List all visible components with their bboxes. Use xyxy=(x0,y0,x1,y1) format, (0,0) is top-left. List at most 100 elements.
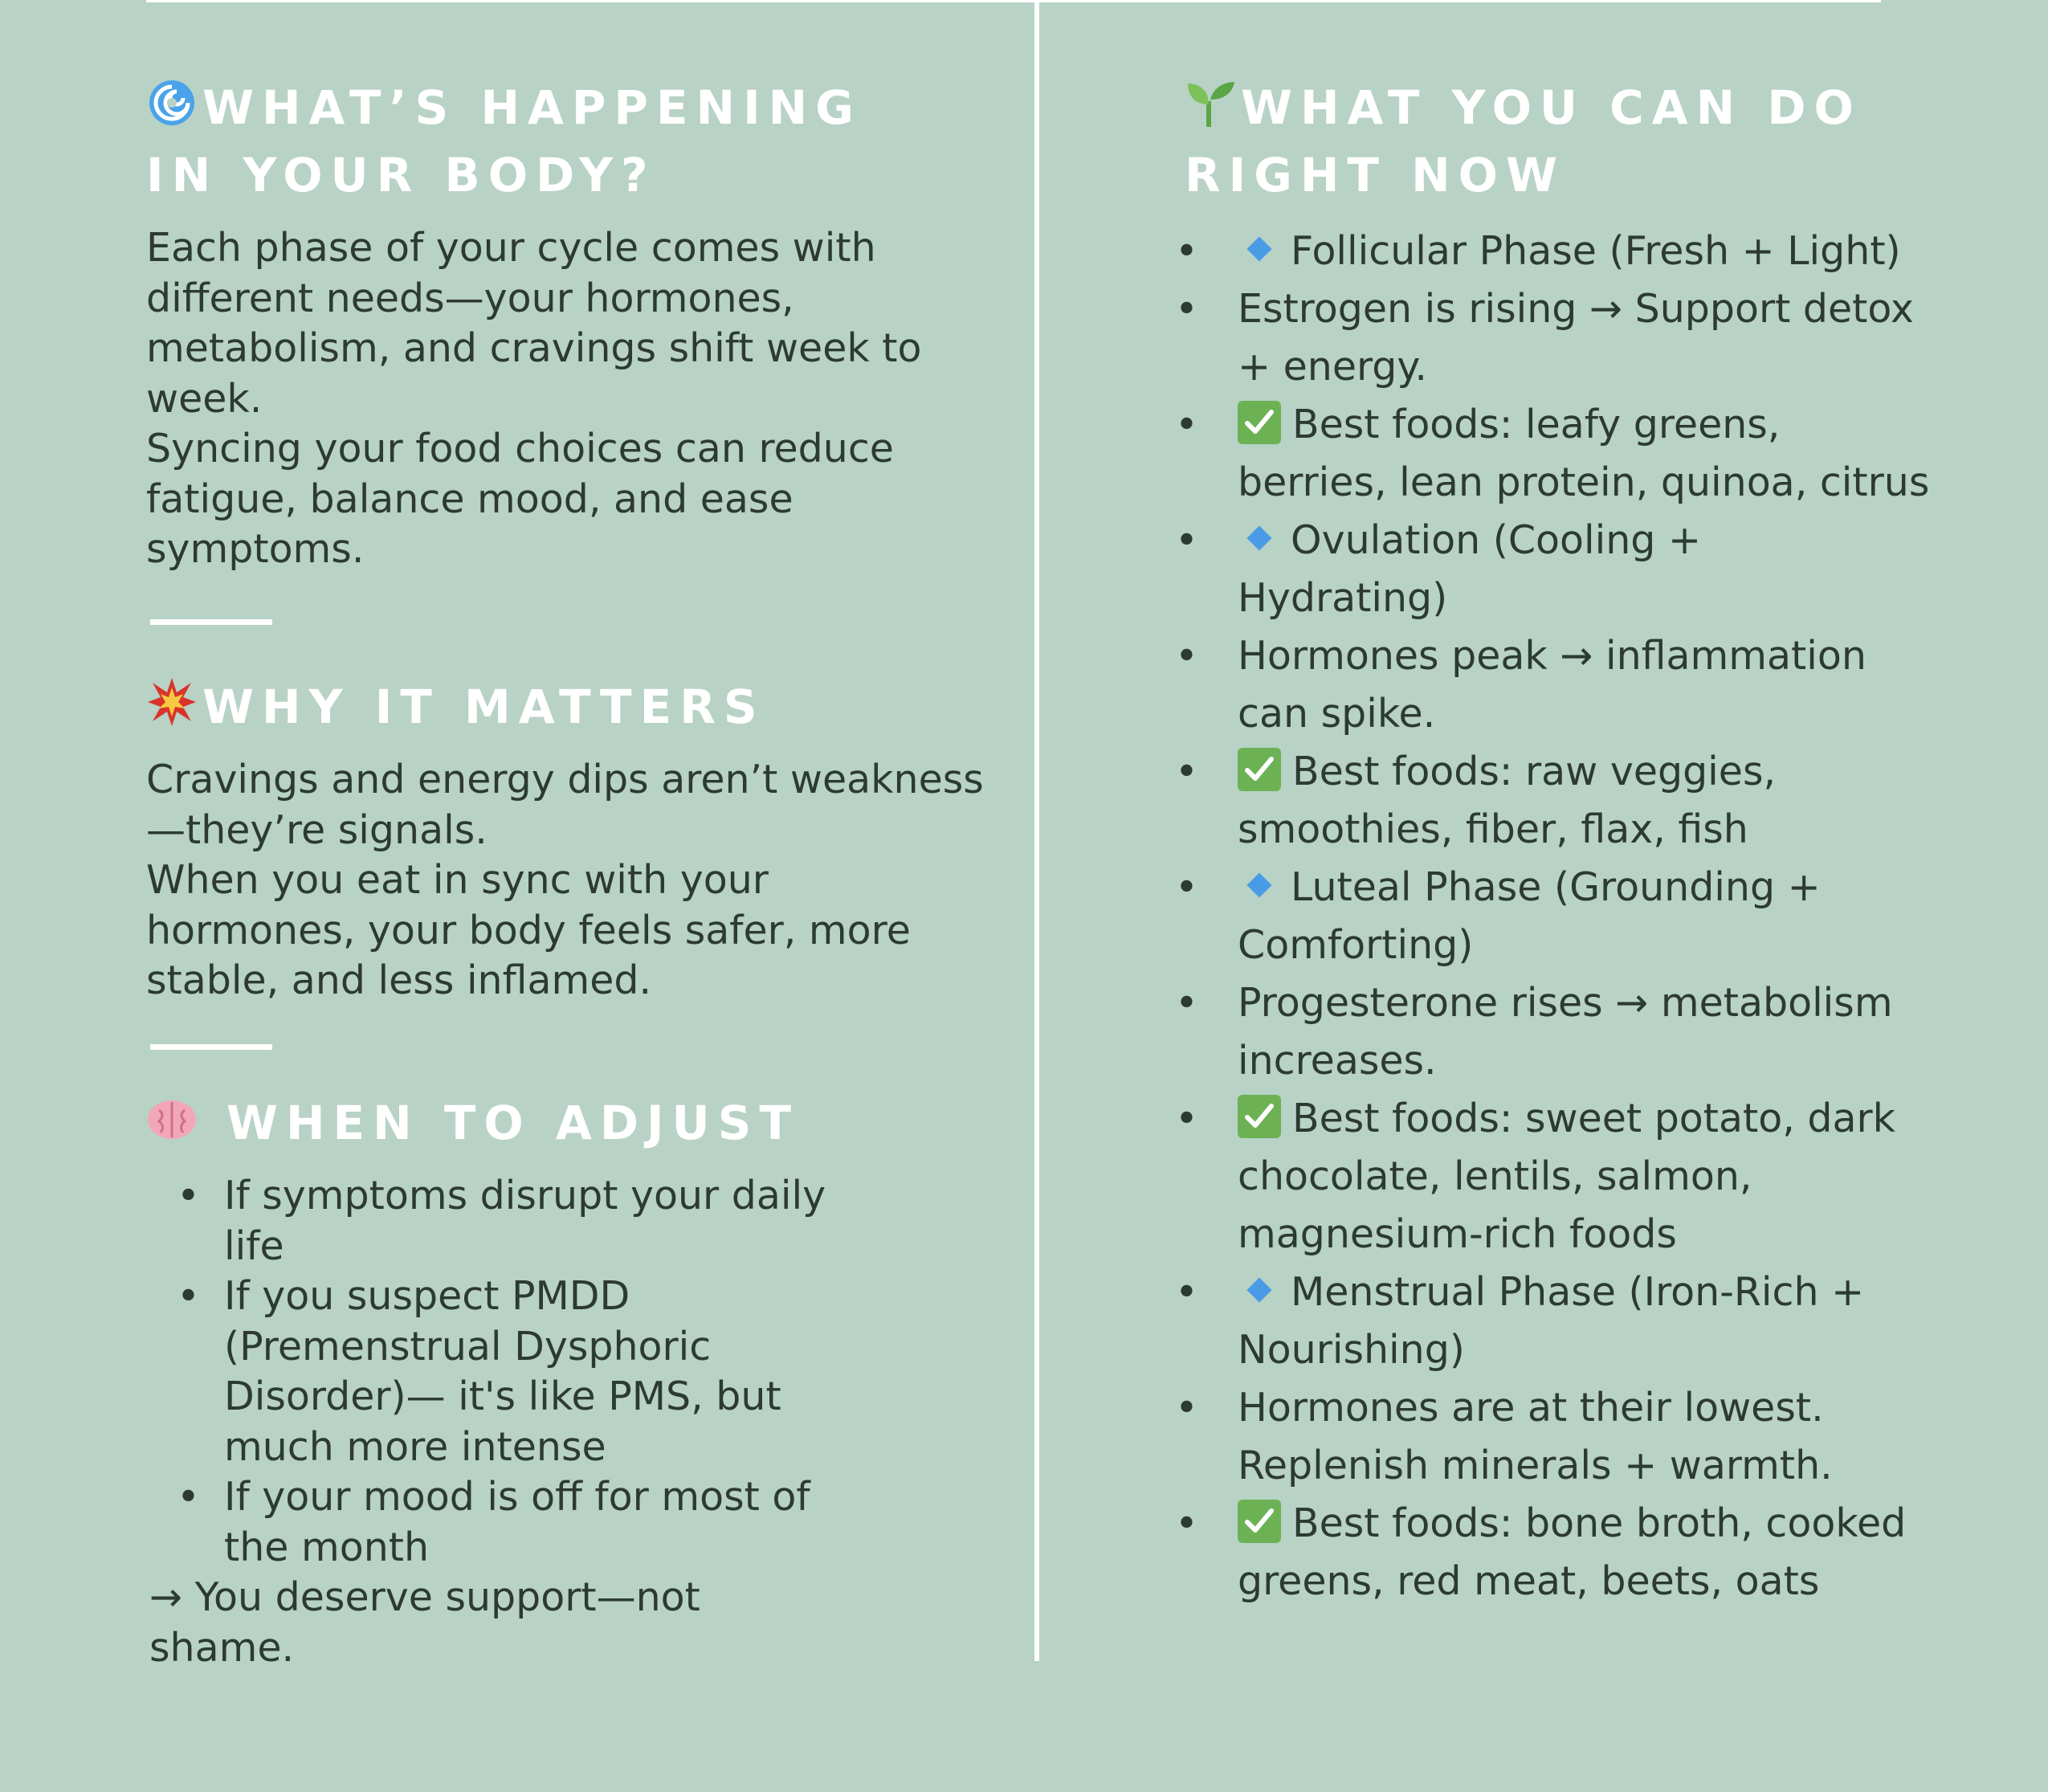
check-mark-icon xyxy=(1238,1095,1281,1138)
heading-line: WHEN TO ADJUST xyxy=(226,1096,799,1150)
text-line: Replenish minerals + warmth. xyxy=(1238,1437,2020,1495)
section-heading-what-you-can-do: WHAT YOU CAN DO xyxy=(1185,74,1862,146)
text-line: If you suspect PMDD xyxy=(224,1273,630,1319)
column-divider xyxy=(1034,0,1039,1661)
list-item: • Hormones are at their lowest. Replenish … xyxy=(1175,1379,2020,1495)
text-line-content: Estrogen is rising → Support detox xyxy=(1238,286,1914,332)
text-line-content: Best foods: leafy greens, xyxy=(1292,402,1781,447)
blue-diamond-icon xyxy=(1246,525,1272,551)
text-line: If symptoms disrupt your daily xyxy=(224,1173,826,1218)
section-divider xyxy=(150,619,272,625)
text-line-content: smoothies, fiber, flax, fish xyxy=(1238,806,1748,852)
text-line: Nourishing) xyxy=(1238,1321,2020,1379)
bullet: • xyxy=(1175,1096,1198,1141)
list-item: • Luteal Phase (Grounding + Comforting) xyxy=(1175,859,2020,974)
text-line-content: Hormones are at their lowest. xyxy=(1238,1385,1824,1431)
text-line: life xyxy=(224,1223,284,1269)
heading-line: WHAT YOU CAN DO xyxy=(1241,80,1862,135)
bullet: • xyxy=(1175,286,1198,332)
heading-line: WHY IT MATTERS xyxy=(202,680,765,734)
list-item: • Menstrual Phase (Iron-Rich + Nourishing) xyxy=(1175,1263,2020,1379)
text-line: Hydrating) xyxy=(1238,569,2020,627)
text-line: can spike. xyxy=(1238,685,2020,743)
list-item: • Ovulation (Cooling + Hydrating) xyxy=(1175,512,2020,627)
list-item: • Best foods: sweet potato, dark chocolate… xyxy=(1175,1090,2020,1263)
list-item: • If symptoms disrupt your daily life xyxy=(146,1171,869,1272)
what-you-can-do-list: • Follicular Phase (Fresh + Light) • Estrog… xyxy=(1175,222,2020,1610)
text-line: hormones, your body feels safer, more xyxy=(146,907,911,953)
text-line: stable, and less inflamed. xyxy=(146,957,652,1003)
bullet: • xyxy=(1175,1500,1198,1546)
text-line: Best foods: raw veggies, xyxy=(1238,743,2020,801)
text-line-content: Ovulation (Cooling + xyxy=(1291,517,1702,563)
text-line: Cravings and energy dips aren’t weakness xyxy=(146,757,984,802)
text-line: magnesium-rich foods xyxy=(1238,1206,2020,1263)
heading-line: WHAT’S HAPPENING xyxy=(202,80,862,135)
bullet: • xyxy=(1175,402,1198,447)
text-line-content: magnesium-rich foods xyxy=(1238,1211,1677,1257)
text-line: week. xyxy=(146,375,263,422)
blue-diamond-icon xyxy=(1246,1277,1272,1303)
text-line-content: Replenish minerals + warmth. xyxy=(1238,1443,1833,1488)
list-item: • Progesterone rises → metabolism increase… xyxy=(1175,974,2020,1090)
bullet: • xyxy=(1175,749,1198,794)
text-line: smoothies, fiber, flax, fish xyxy=(1238,801,2020,859)
text-line-content: + energy. xyxy=(1238,344,1427,390)
text-line-content: greens, red meat, beets, oats xyxy=(1238,1558,1820,1604)
why-it-matters-paragraph: Cravings and energy dips aren’t weakness… xyxy=(146,755,1030,1006)
text-line: Best foods: bone broth, cooked xyxy=(1238,1495,2020,1553)
text-line-content: Follicular Phase (Fresh + Light) xyxy=(1291,228,1901,274)
text-line-content: can spike. xyxy=(1238,691,1436,737)
check-mark-icon xyxy=(1238,1500,1281,1543)
bullet: • xyxy=(1175,228,1198,274)
cyclone-icon xyxy=(146,77,198,146)
text-line: Each phase of your cycle comes with xyxy=(146,225,876,271)
bullet: • xyxy=(177,1173,200,1218)
text-line: Comforting) xyxy=(1238,916,2020,974)
text-line: shame. xyxy=(149,1624,295,1671)
text-line: berries, lean protein, quinoa, citrus xyxy=(1238,454,2020,512)
check-mark-icon xyxy=(1238,401,1281,444)
text-line: Ovulation (Cooling + xyxy=(1238,512,2020,569)
bullet: • xyxy=(1175,980,1198,1026)
bullet: • xyxy=(177,1474,200,1520)
text-line-content: berries, lean protein, quinoa, citrus xyxy=(1238,459,1930,505)
text-line-content: Nourishing) xyxy=(1238,1327,1465,1373)
section-heading-what-you-can-do-line2: RIGHT NOW xyxy=(1185,141,1565,209)
check-mark-icon xyxy=(1238,748,1281,791)
text-line: Hormones peak → inflammation xyxy=(1238,627,2020,685)
bullet: • xyxy=(1175,1385,1198,1431)
text-line-content: Luteal Phase (Grounding + xyxy=(1291,864,1821,910)
text-line: chocolate, lentils, salmon, xyxy=(1238,1148,2020,1206)
text-line-content: Menstrual Phase (Iron-Rich + xyxy=(1291,1269,1865,1315)
blue-diamond-icon xyxy=(1246,872,1272,898)
text-line-content: chocolate, lentils, salmon, xyxy=(1238,1153,1752,1199)
bullet: • xyxy=(1175,633,1198,679)
text-line: Estrogen is rising → Support detox xyxy=(1238,280,2020,338)
text-line: → You deserve support—not xyxy=(149,1574,700,1620)
text-line: the month xyxy=(224,1524,430,1570)
text-line: fatigue, balance mood, and ease xyxy=(146,476,793,522)
text-line: different needs—your hormones, xyxy=(146,275,794,321)
section-heading-whats-happening-line2: IN YOUR BODY? xyxy=(146,141,656,209)
text-line: metabolism, and cravings shift week to xyxy=(146,325,922,371)
list-item: • Estrogen is rising → Support detox + ene… xyxy=(1175,280,2020,396)
text-line: Disorder)— it's like PMS, but xyxy=(224,1374,781,1419)
heading-line: RIGHT NOW xyxy=(1185,148,1565,202)
text-line: greens, red meat, beets, oats xyxy=(1238,1553,2020,1610)
text-line: Hormones are at their lowest. xyxy=(1238,1379,2020,1437)
text-line: If your mood is off for most of xyxy=(224,1474,810,1520)
text-line: Luteal Phase (Grounding + xyxy=(1238,859,2020,916)
whats-happening-paragraph: Each phase of your cycle comes with diff… xyxy=(146,223,997,575)
text-line-content: Best foods: sweet potato, dark xyxy=(1292,1096,1896,1141)
list-item: • Best foods: raw veggies, smoothies, fibe… xyxy=(1175,743,2020,859)
list-item: • If you suspect PMDD (Premenstrual Dysp… xyxy=(146,1272,869,1472)
text-line: Menstrual Phase (Iron-Rich + xyxy=(1238,1263,2020,1321)
list-item: • Best foods: bone broth, cooked greens, r… xyxy=(1175,1495,2020,1610)
text-line: symptoms. xyxy=(146,526,365,572)
text-line: Best foods: leafy greens, xyxy=(1238,396,2020,454)
text-line-content: increases. xyxy=(1238,1038,1437,1084)
text-line: Follicular Phase (Fresh + Light) xyxy=(1238,222,2020,280)
bullet: • xyxy=(177,1273,200,1319)
top-rule xyxy=(146,0,1881,2)
